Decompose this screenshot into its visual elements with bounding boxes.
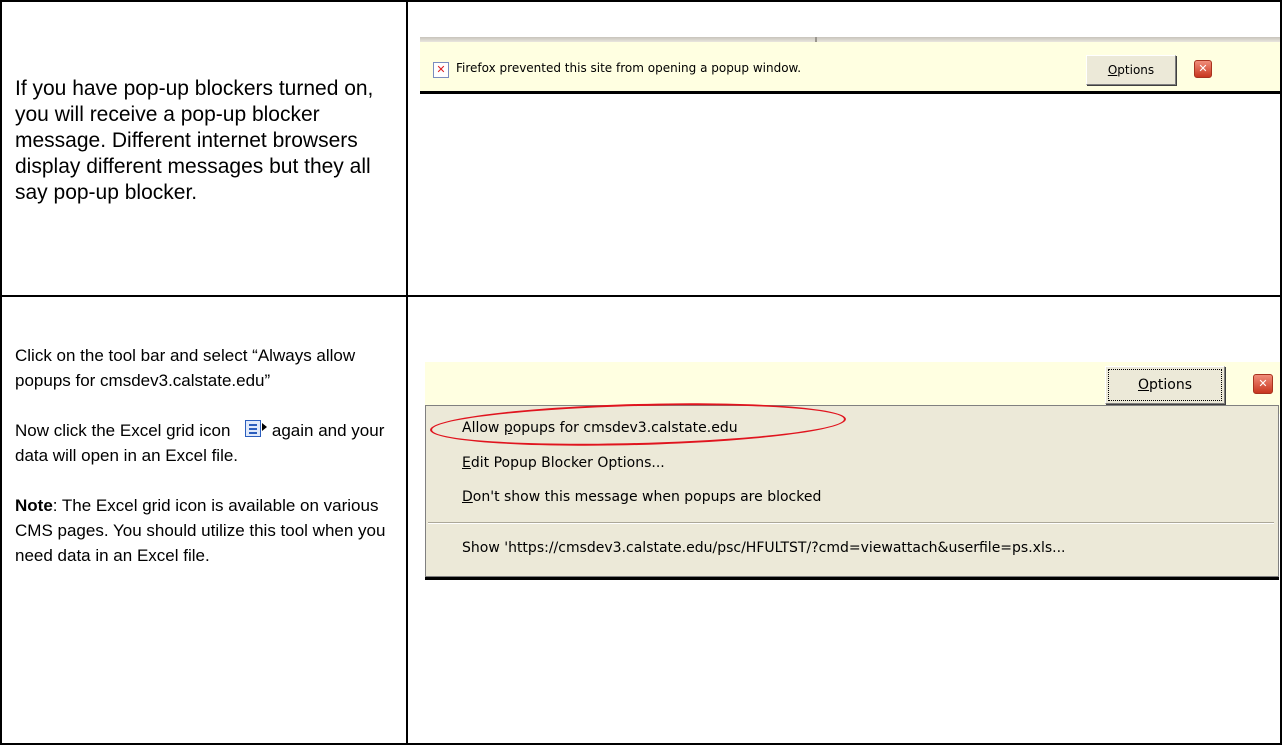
menu-item-show-popup[interactable]: Show 'https://cmsdev3.calstate.edu/psc/H…	[462, 537, 1065, 559]
note-text: : The Excel grid icon is available on va…	[15, 496, 386, 565]
close-icon[interactable]: ✕	[1253, 374, 1273, 394]
note-label: Note	[15, 496, 53, 515]
popup-blocked-message: Firefox prevented this site from opening…	[456, 61, 802, 75]
click-excel-text-before: Now click the Excel grid icon	[15, 421, 231, 440]
excel-grid-icon	[235, 420, 268, 438]
blocked-popup-icon: ✕	[433, 62, 449, 78]
options-button[interactable]: Options	[1086, 55, 1176, 85]
options-button-pressed[interactable]: Options	[1105, 366, 1225, 404]
close-icon[interactable]: ✕	[1194, 60, 1212, 78]
popup-blocked-notification-bar: ✕ Firefox prevented this site from openi…	[420, 42, 1280, 94]
menu-separator	[428, 522, 1274, 524]
popup-options-menu: Allow popups for cmsdev3.calstate.edu Ed…	[425, 405, 1279, 577]
note-paragraph: Note: The Excel grid icon is available o…	[15, 493, 395, 568]
popup-blocker-instruction: If you have pop-up blockers turned on, y…	[15, 77, 374, 204]
click-excel-instruction: Now click the Excel grid icon again and …	[15, 418, 395, 468]
allow-popups-instructions: Click on the tool bar and select “Always…	[15, 343, 395, 568]
select-allow-instruction: Click on the tool bar and select “Always…	[15, 346, 356, 390]
menu-item-allow-popups[interactable]: Allow popups for cmsdev3.calstate.edu	[462, 417, 738, 439]
menu-item-dont-show[interactable]: Don't show this message when popups are …	[462, 486, 821, 508]
menu-item-edit-options[interactable]: Edit Popup Blocker Options...	[462, 452, 665, 474]
